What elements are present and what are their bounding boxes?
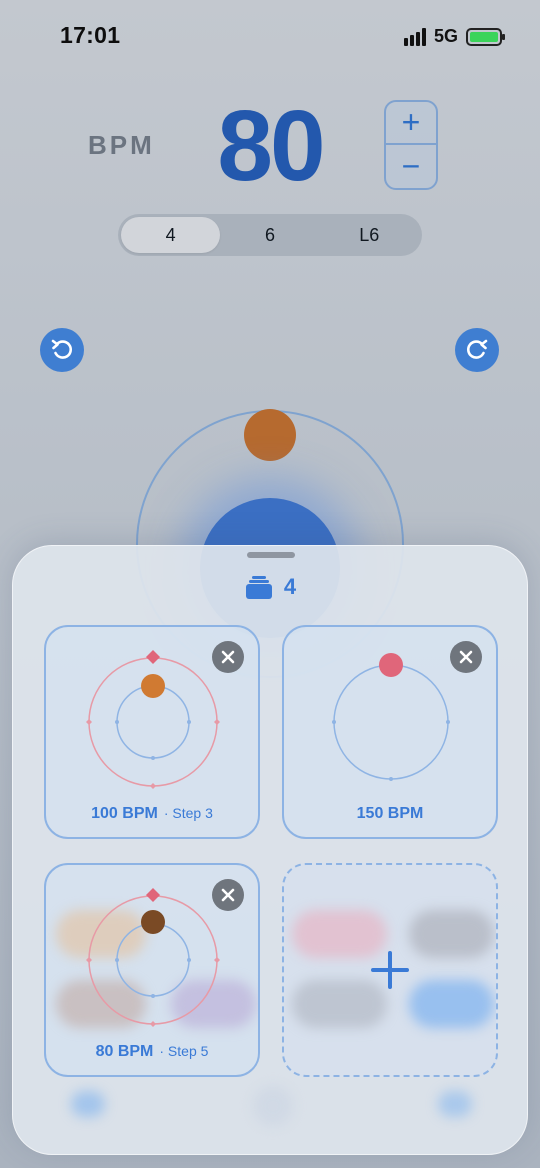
add-preset-button[interactable] — [282, 863, 498, 1077]
meter-option-6[interactable]: 6 — [220, 217, 319, 253]
rotate-right-button[interactable] — [455, 328, 499, 372]
background-blur — [409, 980, 494, 1028]
meter-option-l6[interactable]: L6 — [320, 217, 419, 253]
preset-step: · Step 3 — [163, 805, 213, 821]
bpm-value[interactable]: 80 — [200, 96, 340, 196]
bpm-label: BPM — [88, 130, 155, 160]
preset-step: · Step 5 — [159, 1043, 209, 1059]
close-icon — [221, 650, 235, 664]
background-blur — [409, 910, 494, 958]
preset-card-80[interactable]: 80 BPM · Step 5 — [44, 863, 260, 1077]
background-blur — [438, 1091, 472, 1117]
background-blur — [253, 1086, 293, 1126]
network-type: 5G — [433, 26, 458, 46]
increase-bpm-button[interactable]: + — [386, 102, 436, 145]
stack-icon — [245, 576, 272, 599]
preset-bpm: 100 BPM — [91, 805, 158, 822]
rotate-left-button[interactable] — [40, 328, 84, 372]
decrease-bpm-button[interactable]: − — [386, 145, 436, 188]
battery-icon — [466, 27, 505, 46]
status-indicators: 5G — [403, 26, 505, 47]
remove-preset-button[interactable] — [212, 879, 244, 911]
preset-label: 100 BPM · Step 3 — [46, 805, 258, 823]
beat-indicator-dot — [244, 409, 296, 461]
preset-card-100[interactable]: 100 BPM · Step 3 — [44, 625, 260, 839]
close-icon — [221, 888, 235, 902]
preset-card-150[interactable]: 150 BPM — [282, 625, 498, 839]
status-bar: 17:01 5G — [0, 0, 540, 70]
meter-option-4[interactable]: 4 — [121, 217, 221, 253]
preset-label: 150 BPM — [284, 805, 496, 823]
preset-label: 80 BPM · Step 5 — [46, 1043, 258, 1061]
sheet-title: 4 — [283, 574, 297, 599]
close-icon — [459, 650, 473, 664]
meter-segmented-control: 4 6 L6 — [118, 214, 422, 256]
rotate-left-icon — [51, 339, 72, 359]
status-time: 17:01 — [60, 22, 121, 48]
preset-bpm: 80 BPM — [95, 1043, 154, 1060]
preset-bpm: 150 BPM — [356, 805, 424, 822]
signal-icon — [403, 27, 426, 46]
remove-preset-button[interactable] — [450, 641, 482, 673]
plus-icon — [371, 951, 409, 989]
background-blur — [71, 1091, 105, 1117]
remove-preset-button[interactable] — [212, 641, 244, 673]
sheet-grabber[interactable] — [247, 552, 295, 558]
presets-sheet: 4 100 BPM · Step 3 150 BPM 80 BPM · Step… — [12, 545, 528, 1155]
sheet-header: 4 — [13, 574, 527, 600]
rotate-right-icon — [467, 339, 488, 359]
bpm-stepper: + − — [384, 100, 438, 190]
